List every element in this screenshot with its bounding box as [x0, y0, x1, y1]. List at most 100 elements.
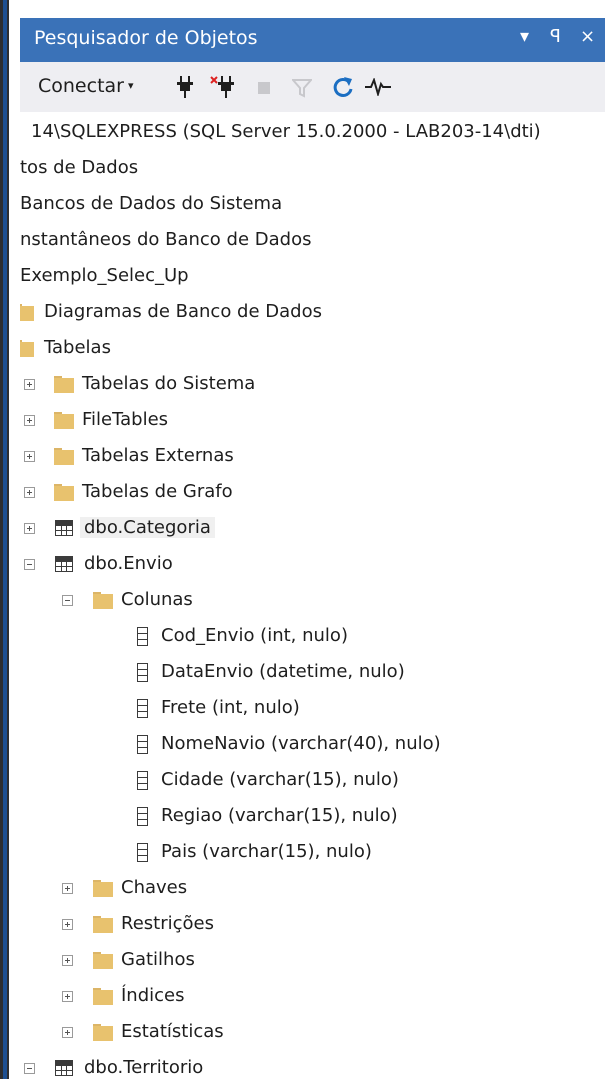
expand-icon[interactable]: [24, 379, 35, 390]
tree-node-column[interactable]: Frete (int, nulo): [20, 691, 605, 727]
expand-icon[interactable]: [62, 955, 73, 966]
tree-node-database-snapshots[interactable]: nstantâneos do Banco de Dados: [20, 223, 605, 259]
connect-button[interactable]: Conectar ▾: [38, 75, 134, 97]
tree-node-databases[interactable]: tos de Dados: [20, 151, 605, 187]
tree-node-chaves[interactable]: Chaves: [20, 871, 605, 907]
column-icon: [137, 807, 148, 826]
tree-node-dbo-territorio[interactable]: dbo.Territorio: [20, 1051, 605, 1079]
folder-icon: [54, 376, 74, 393]
tree-node-column[interactable]: Pais (varchar(15), nulo): [20, 835, 605, 871]
tree-node-label: Chaves: [121, 877, 188, 898]
column-icon: [137, 843, 148, 862]
expand-icon[interactable]: [62, 883, 73, 894]
tree-node-label: Diagramas de Banco de Dados: [44, 301, 322, 322]
folder-icon: [93, 1024, 113, 1041]
table-icon: [55, 1060, 73, 1076]
tree-node-system-databases[interactable]: Bancos de Dados do Sistema: [20, 187, 605, 223]
folder-icon: [20, 340, 34, 357]
tree-node-database-diagrams[interactable]: Diagramas de Banco de Dados: [20, 295, 605, 331]
folder-icon: [54, 484, 74, 501]
tree-node-label: Colunas: [121, 589, 193, 610]
tree-node-label: Estatísticas: [121, 1021, 224, 1042]
tree-node-label: DataEnvio (datetime, nulo): [161, 661, 405, 682]
tree-node-column[interactable]: NomeNavio (varchar(40), nulo): [20, 727, 605, 763]
tree-node-indices[interactable]: Índices: [20, 979, 605, 1015]
stop-icon[interactable]: [258, 82, 270, 94]
tree-node-label: Tabelas Externas: [82, 445, 234, 466]
tree-node-label: Tabelas de Grafo: [82, 481, 233, 502]
collapse-icon[interactable]: [62, 595, 73, 606]
collapse-icon[interactable]: [24, 1063, 35, 1074]
expand-icon[interactable]: [62, 1027, 73, 1038]
tree-node-graph-tables[interactable]: Tabelas de Grafo: [20, 475, 605, 511]
tree-node-restricoes[interactable]: Restrições: [20, 907, 605, 943]
tree-node-external-tables[interactable]: Tabelas Externas: [20, 439, 605, 475]
folder-icon: [93, 916, 113, 933]
tree-node-label: Tabelas: [44, 337, 111, 358]
tree-node-gatilhos[interactable]: Gatilhos: [20, 943, 605, 979]
folder-icon: [20, 304, 34, 321]
left-dock-edge: [0, 0, 9, 1079]
folder-icon: [54, 448, 74, 465]
close-icon[interactable]: ×: [580, 26, 595, 47]
tree-node-dbo-categoria[interactable]: dbo.Categoria: [20, 511, 605, 547]
tree-node-label: 14\SQLEXPRESS (SQL Server 15.0.2000 - LA…: [31, 121, 541, 142]
table-icon: [55, 556, 73, 572]
connect-caret-icon[interactable]: ▾: [128, 79, 134, 92]
column-icon: [137, 663, 148, 682]
panel-dropdown-icon[interactable]: ▾: [520, 26, 529, 47]
table-icon: [55, 520, 73, 536]
tree-node-label: Cod_Envio (int, nulo): [161, 625, 348, 646]
expand-icon[interactable]: [24, 451, 35, 462]
activity-monitor-icon[interactable]: [365, 78, 391, 96]
tree-node-exemplo-selec-up[interactable]: Exemplo_Selec_Up: [20, 259, 605, 295]
tree-node-tables[interactable]: Tabelas: [20, 331, 605, 367]
folder-icon: [54, 412, 74, 429]
tree-node-label: Pais (varchar(15), nulo): [161, 841, 372, 862]
connect-label: Conectar: [38, 75, 124, 97]
panel-title: Pesquisador de Objetos: [34, 27, 258, 49]
tree-node-label: dbo.Territorio: [84, 1057, 204, 1078]
tree-node-label: Regiao (varchar(15), nulo): [161, 805, 398, 826]
column-icon: [137, 699, 148, 718]
expand-icon[interactable]: [24, 523, 35, 534]
expand-icon[interactable]: [62, 991, 73, 1002]
tree-node-server[interactable]: 14\SQLEXPRESS (SQL Server 15.0.2000 - LA…: [20, 115, 605, 151]
column-icon: [137, 735, 148, 754]
folder-icon: [93, 880, 113, 897]
tree-node-label: dbo.Categoria: [80, 517, 215, 538]
tree-node-label: NomeNavio (varchar(40), nulo): [161, 733, 441, 754]
tree-node-column[interactable]: Regiao (varchar(15), nulo): [20, 799, 605, 835]
tree-node-estatisticas[interactable]: Estatísticas: [20, 1015, 605, 1051]
tree-node-label: Índices: [121, 985, 185, 1006]
tree-node-column[interactable]: Cidade (varchar(15), nulo): [20, 763, 605, 799]
expand-icon[interactable]: [24, 487, 35, 498]
tree-node-label: Exemplo_Selec_Up: [20, 265, 189, 286]
tree-node-column[interactable]: Cod_Envio (int, nulo): [20, 619, 605, 655]
disconnect-icon[interactable]: [210, 76, 236, 98]
collapse-icon[interactable]: [24, 559, 35, 570]
tree-node-filetables[interactable]: FileTables: [20, 403, 605, 439]
tree-node-label: Gatilhos: [121, 949, 195, 970]
tree-node-label: tos de Dados: [20, 157, 139, 178]
refresh-icon[interactable]: [332, 76, 354, 98]
connect-plug-icon[interactable]: [175, 76, 195, 98]
folder-icon: [93, 952, 113, 969]
tree-node-column[interactable]: DataEnvio (datetime, nulo): [20, 655, 605, 691]
panel-titlebar[interactable]: Pesquisador de Objetos ▾ ꟼ ×: [20, 18, 605, 62]
tree-node-label: FileTables: [82, 409, 169, 430]
tree-node-label: Frete (int, nulo): [161, 697, 300, 718]
tree-node-colunas[interactable]: Colunas: [20, 583, 605, 619]
expand-icon[interactable]: [62, 919, 73, 930]
tree-node-label: Restrições: [121, 913, 214, 934]
object-tree: 14\SQLEXPRESS (SQL Server 15.0.2000 - LA…: [20, 112, 605, 1079]
explorer-toolbar: Conectar ▾: [20, 62, 605, 113]
tree-node-system-tables[interactable]: Tabelas do Sistema: [20, 367, 605, 403]
tree-node-label: nstantâneos do Banco de Dados: [20, 229, 312, 250]
tree-node-label: Bancos de Dados do Sistema: [20, 193, 283, 214]
expand-icon[interactable]: [24, 415, 35, 426]
filter-icon[interactable]: [292, 78, 312, 98]
tree-node-dbo-envio[interactable]: dbo.Envio: [20, 547, 605, 583]
pin-icon[interactable]: ꟼ: [550, 26, 561, 47]
tree-node-label: Cidade (varchar(15), nulo): [161, 769, 399, 790]
